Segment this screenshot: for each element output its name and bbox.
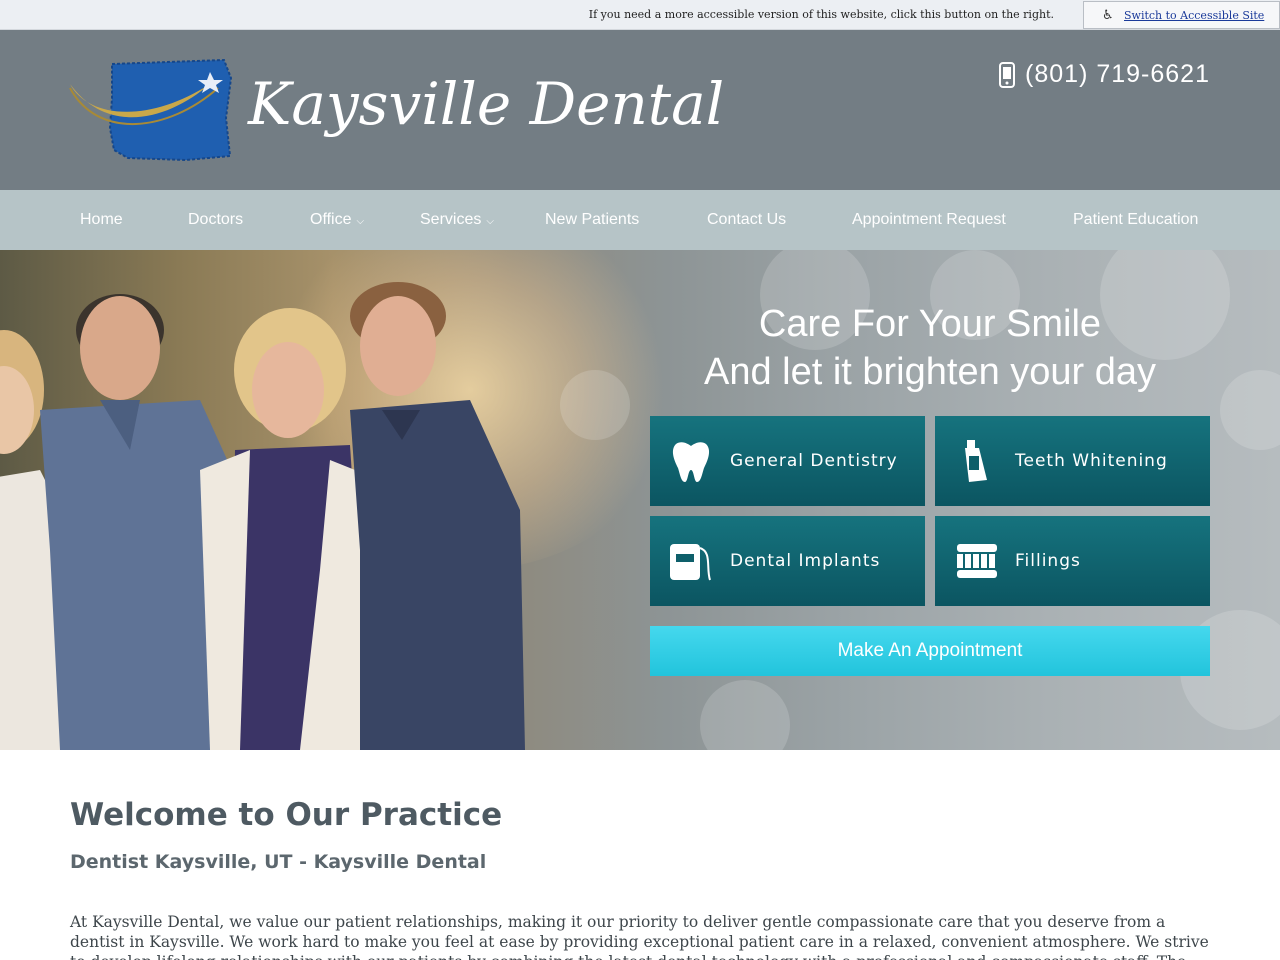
hero-title-line2: And let it brighten your day: [703, 351, 1157, 393]
service-label: Teeth Whitening: [1015, 451, 1168, 471]
nav-item-label: Services: [420, 211, 482, 228]
intro-paragraph: At Kaysville Dental, we value our patien…: [70, 913, 1209, 960]
service-teeth-whitening[interactable]: Teeth Whitening: [935, 416, 1210, 506]
phone-number[interactable]: (801) 719-6621: [1025, 60, 1210, 89]
nav-item-home[interactable]: Home: [80, 190, 123, 250]
service-label: General Dentistry: [730, 451, 898, 471]
switch-accessible-link[interactable]: Switch to Accessible Site: [1124, 9, 1264, 22]
nav-item-patient-education[interactable]: Patient Education: [1073, 190, 1198, 250]
nav-item-services[interactable]: Services ⌵: [420, 190, 494, 250]
nav-item-appointment-request[interactable]: Appointment Request: [852, 190, 1006, 250]
page-title: Welcome to Our Practice: [70, 797, 503, 833]
toothbrush-icon: [957, 544, 997, 578]
accessibility-notice: If you need a more accessible version of…: [588, 8, 1054, 21]
switch-accessible-button[interactable]: ♿ Switch to Accessible Site: [1083, 1, 1280, 29]
tooth-icon: [672, 442, 710, 482]
nav-item-label: Home: [80, 211, 123, 228]
nav-item-label: Office: [310, 211, 352, 228]
family-photo: [0, 282, 525, 750]
service-label: Fillings: [1015, 551, 1081, 571]
phone-contact[interactable]: (801) 719-6621: [999, 60, 1210, 89]
make-appointment-button[interactable]: Make An Appointment: [650, 626, 1210, 676]
service-dental-implants[interactable]: Dental Implants: [650, 516, 925, 606]
nav-item-contact-us[interactable]: Contact Us: [707, 190, 786, 250]
bokeh-light: [1220, 370, 1280, 450]
service-label: Dental Implants: [730, 551, 881, 571]
nav-item-label: Doctors: [188, 211, 244, 228]
logo-mark-icon: [69, 58, 233, 162]
main-nav: Home Doctors Office ⌵ Services ⌵ New Pat…: [0, 190, 1280, 250]
bokeh-light: [700, 680, 790, 750]
whitening-tube-icon: [965, 440, 987, 482]
chevron-down-icon: ⌵: [486, 215, 494, 227]
hero-banner: Care For Your Smile And let it brighten …: [0, 250, 1280, 750]
chevron-down-icon: ⌵: [356, 215, 365, 227]
page-subtitle: Dentist Kaysville, UT - Kaysville Dental: [70, 851, 487, 873]
mobile-phone-icon: [999, 61, 1016, 88]
site-header: Kaysville Dental (801) 719-6621: [0, 30, 1280, 190]
nav-item-label: Appointment Request: [852, 211, 1006, 228]
service-general-dentistry[interactable]: General Dentistry: [650, 416, 925, 506]
hero-title-line1: Care For Your Smile: [758, 303, 1102, 345]
nav-item-new-patients[interactable]: New Patients: [545, 190, 639, 250]
floss-icon: [670, 544, 711, 581]
service-fillings[interactable]: Fillings: [935, 516, 1210, 606]
logo-text: Kaysville Dental: [248, 70, 725, 138]
nav-item-office[interactable]: Office ⌵: [310, 190, 364, 250]
wheelchair-icon: ♿: [1102, 7, 1114, 23]
nav-item-doctors[interactable]: Doctors: [188, 190, 243, 250]
accessibility-bar: If you need a more accessible version of…: [0, 0, 1280, 30]
bokeh-light: [560, 370, 630, 440]
logo[interactable]: Kaysville Dental: [68, 58, 778, 162]
hero-title: Care For Your Smile And let it brighten …: [650, 300, 1210, 396]
nav-item-label: Patient Education: [1073, 211, 1199, 228]
nav-item-label: Contact Us: [707, 211, 787, 228]
nav-item-label: New Patients: [545, 211, 640, 228]
